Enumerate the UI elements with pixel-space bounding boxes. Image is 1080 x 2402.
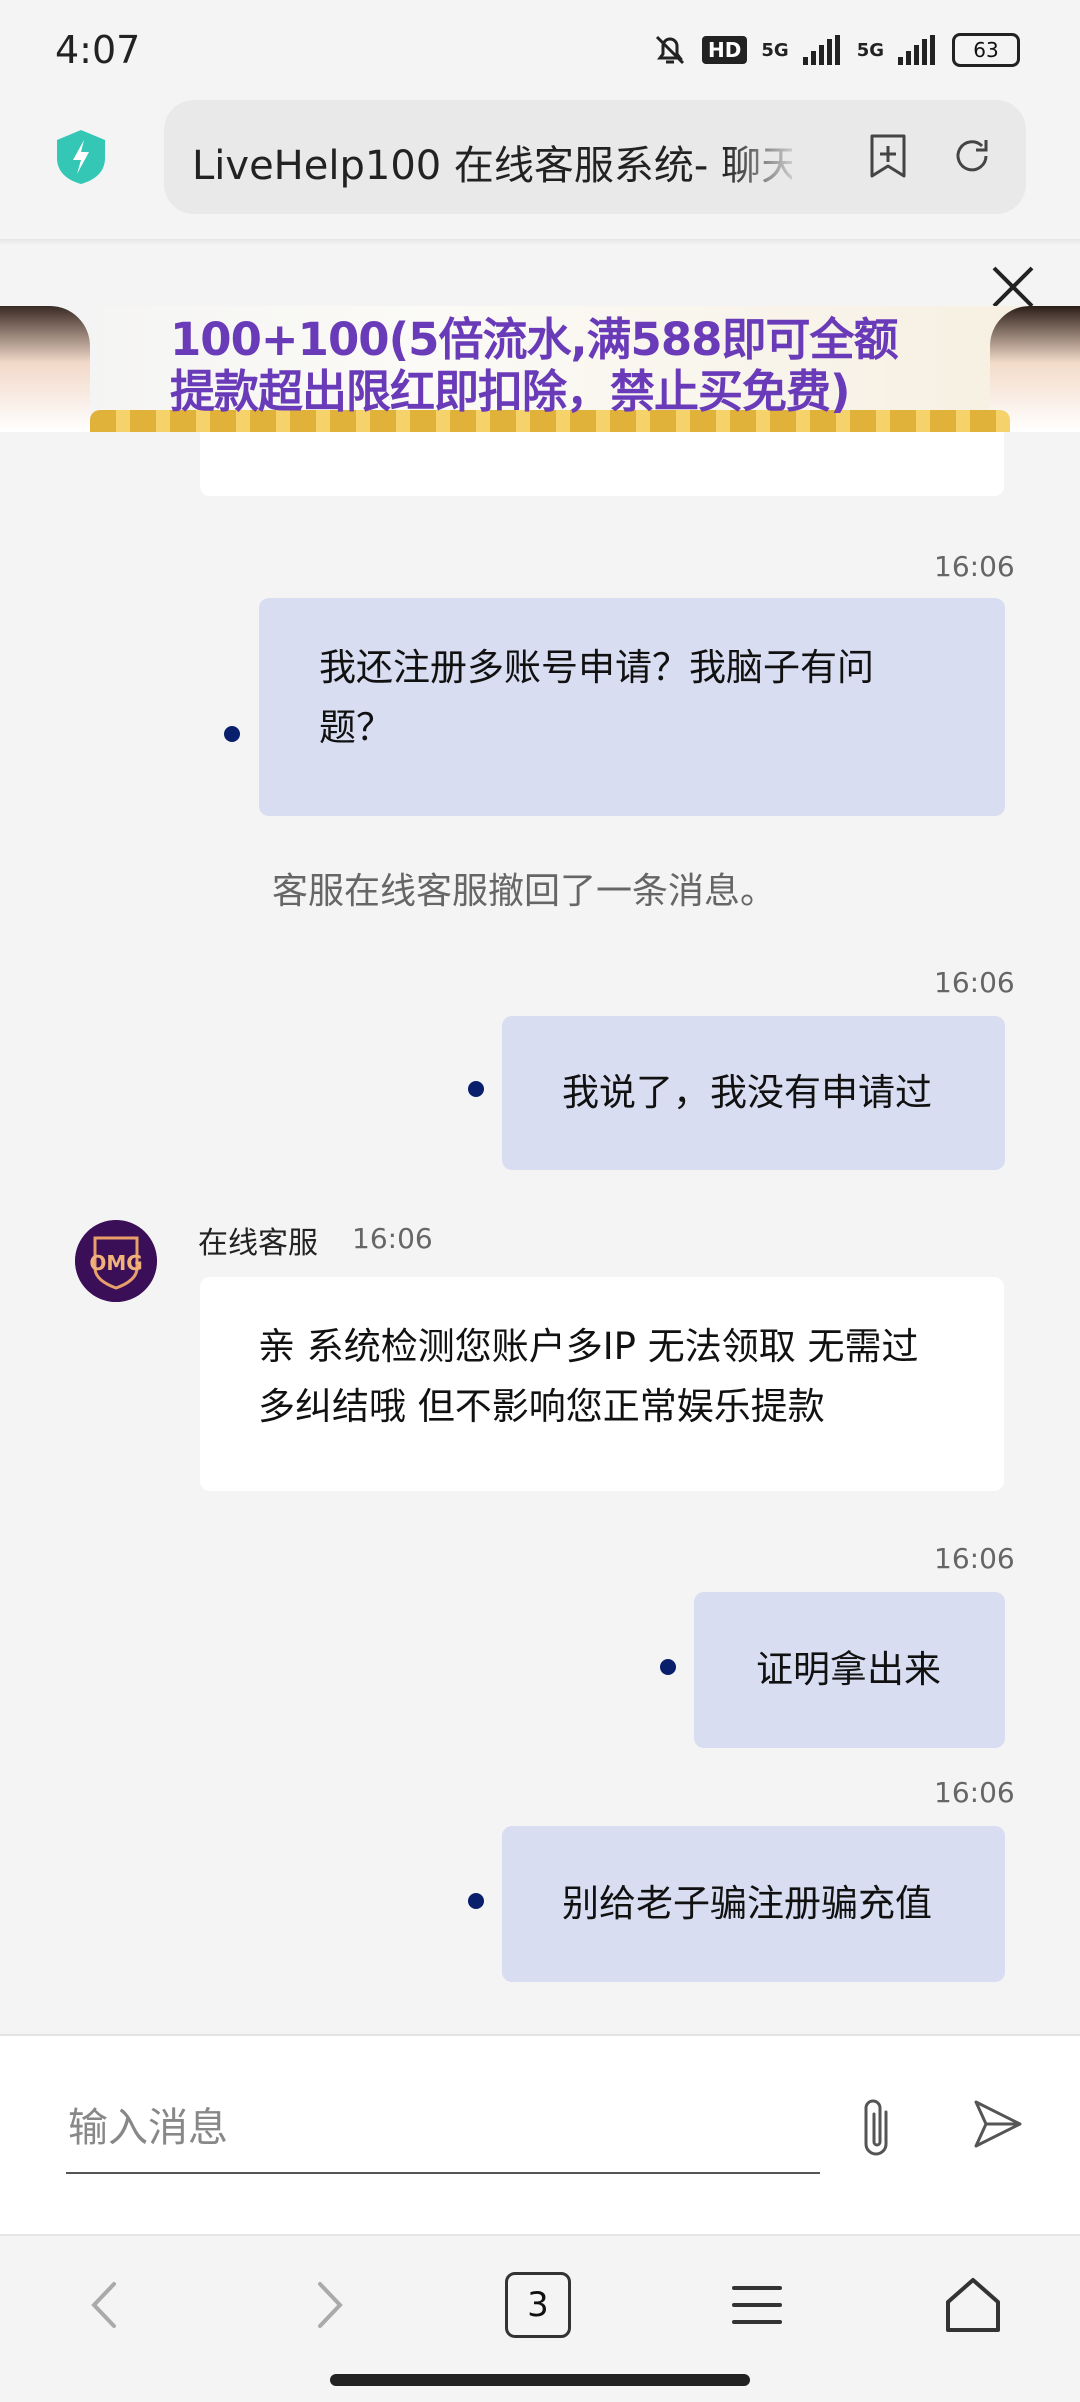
signal-icon-2 — [898, 35, 935, 65]
menu-icon[interactable] — [722, 2270, 792, 2340]
signal-icon — [802, 35, 840, 65]
agent-name: 在线客服 — [198, 1226, 318, 1261]
message-time: 16:06 — [352, 1222, 433, 1255]
browser-address-bar: LiveHelp100 在线客服系统- 聊天 — [0, 96, 1080, 239]
url-field[interactable]: LiveHelp100 在线客服系统- 聊天 — [164, 100, 1026, 214]
back-icon[interactable] — [72, 2270, 142, 2340]
ad-text: 100+100(5倍流水,满588即可全额 提款超出限红即扣除，禁止买免费) — [170, 314, 930, 418]
ad-close-icon[interactable] — [988, 262, 1038, 312]
message-composer — [0, 2034, 1080, 2236]
shield-icon[interactable] — [55, 128, 107, 186]
message-bubble-user[interactable]: 我还注册多账号申请？我脑子有问 题？ — [259, 598, 1005, 816]
home-icon[interactable] — [938, 2270, 1008, 2340]
reload-icon[interactable] — [948, 132, 996, 180]
network-5g-2: 5G — [856, 39, 884, 61]
hd-badge: HD — [702, 36, 748, 64]
read-dot — [468, 1081, 484, 1097]
message-bubble-agent-previous — [200, 432, 1004, 496]
message-bubble-user[interactable]: 证明拿出来 — [694, 1592, 1005, 1748]
message-input[interactable] — [66, 2084, 820, 2174]
url-fade — [724, 120, 804, 190]
send-icon[interactable] — [970, 2096, 1026, 2152]
message-bubble-user[interactable]: 我说了，我没有申请过 — [502, 1016, 1005, 1170]
message-bubble-user[interactable]: 别给老子骗注册骗充值 — [502, 1826, 1005, 1982]
message-bubble-agent[interactable]: 亲 系统检测您账户多IP 无法领取 无需过 多纠结哦 但不影响您正常娱乐提款 — [200, 1277, 1004, 1491]
forward-icon[interactable] — [292, 2270, 362, 2340]
message-text-line: 亲 系统检测您账户多IP 无法领取 无需过 — [258, 1325, 919, 1368]
read-dot — [224, 726, 240, 742]
message-text-line: 多纠结哦 但不影响您正常娱乐提款 — [258, 1385, 825, 1428]
svg-text:OMG: OMG — [89, 1251, 142, 1275]
message-time: 16:06 — [934, 1776, 1015, 1809]
tabs-count-button[interactable]: 3 — [505, 2272, 571, 2338]
system-message: 客服在线客服撤回了一条消息。 — [272, 871, 777, 912]
message-time: 16:06 — [934, 550, 1015, 583]
chat-messages[interactable]: 16:06 我还注册多账号申请？我脑子有问 题？ 客服在线客服撤回了一条消息。 … — [0, 432, 1080, 2032]
ad-line-1: 100+100(5倍流水,满588即可全额 — [170, 313, 898, 366]
toolbar-shadow — [0, 239, 1080, 245]
message-text: 我说了，我没有申请过 — [562, 1071, 932, 1114]
ad-model-image-left — [0, 306, 90, 432]
avatar-logo-icon: OMG — [75, 1220, 157, 1302]
network-5g-1: 5G — [761, 39, 789, 61]
message-time: 16:06 — [934, 966, 1015, 999]
gesture-home-indicator[interactable] — [330, 2374, 750, 2386]
ad-line-2: 提款超出限红即扣除，禁止买免费) — [170, 365, 851, 418]
mute-bell-icon — [655, 35, 685, 65]
message-text: 证明拿出来 — [756, 1648, 941, 1691]
status-time: 4:07 — [55, 28, 141, 72]
message-text-line: 我还注册多账号申请？我脑子有问 — [319, 646, 874, 689]
add-bookmark-icon[interactable] — [864, 132, 912, 180]
page-title[interactable]: LiveHelp100 在线客服系统- 聊天 — [192, 133, 792, 191]
read-dot — [660, 1659, 676, 1675]
message-text: 别给老子骗注册骗充值 — [562, 1882, 932, 1925]
status-icons: HD 5G 5G 63 — [652, 32, 1020, 68]
ad-banner[interactable]: 100+100(5倍流水,满588即可全额 提款超出限红即扣除，禁止买免费) — [0, 306, 1080, 432]
message-time: 16:06 — [934, 1542, 1015, 1575]
status-bar: 4:07 HD 5G 5G 63 — [0, 0, 1080, 96]
read-dot — [468, 1893, 484, 1909]
attachment-icon[interactable] — [852, 2096, 902, 2162]
agent-avatar[interactable]: OMG — [75, 1220, 157, 1302]
message-text-line: 题？ — [319, 706, 393, 749]
battery-indicator: 63 — [952, 33, 1020, 67]
